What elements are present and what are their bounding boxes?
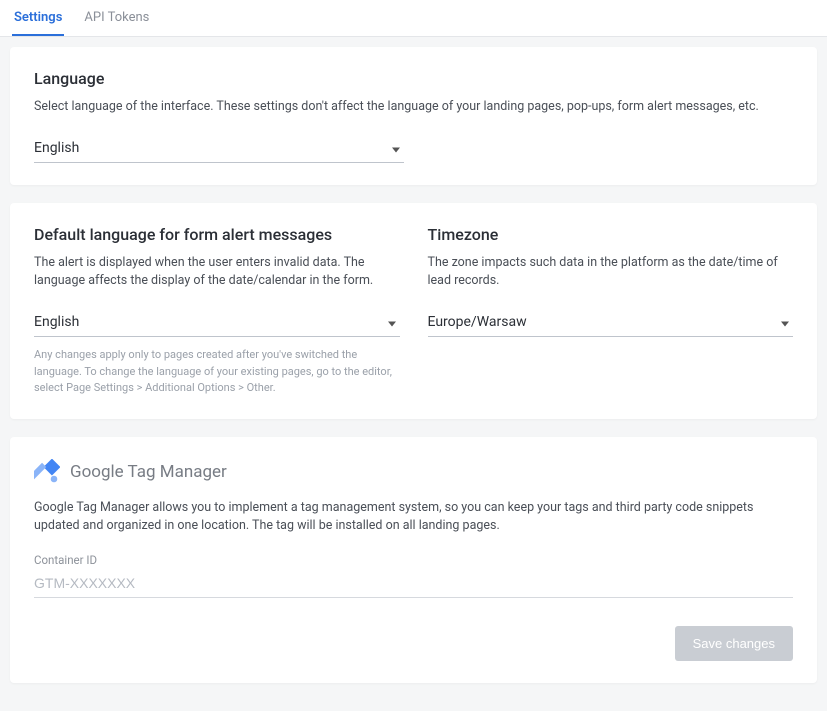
card-gtm: Google Tag Manager Google Tag Manager al… [10,437,817,683]
gtm-field-label: Container ID [34,553,793,567]
page-content: Language Select language of the interfac… [0,37,827,711]
language-select[interactable]: English [34,134,404,163]
tab-settings[interactable]: Settings [12,0,64,36]
save-changes-button[interactable]: Save changes [675,626,793,661]
gtm-title: Google Tag Manager [70,462,227,482]
language-select-value: English [34,134,404,163]
timezone-desc: The zone impacts such data in the platfo… [428,254,794,290]
gtm-actions: Save changes [34,626,793,661]
tabs-bar: Settings API Tokens [0,0,827,37]
form-lang-desc: The alert is displayed when the user ent… [34,254,400,290]
gtm-desc: Google Tag Manager allows you to impleme… [34,499,793,535]
col-timezone: Timezone The zone impacts such data in t… [428,225,794,397]
tab-api-tokens[interactable]: API Tokens [82,0,151,36]
form-lang-title: Default language for form alert messages [34,225,400,244]
form-lang-select-value: English [34,308,400,337]
language-title: Language [34,69,793,88]
timezone-select-value: Europe/Warsaw [428,308,794,337]
gtm-header: Google Tag Manager [34,459,793,485]
timezone-select[interactable]: Europe/Warsaw [428,308,794,337]
timezone-title: Timezone [428,225,794,244]
language-desc: Select language of the interface. These … [34,98,793,116]
google-tag-manager-icon [34,459,60,485]
form-lang-hint: Any changes apply only to pages created … [34,347,400,397]
card-form-timezone: Default language for form alert messages… [10,203,817,419]
gtm-container-id-input[interactable] [34,569,793,598]
card-language: Language Select language of the interfac… [10,47,817,185]
form-lang-select[interactable]: English [34,308,400,337]
col-form-language: Default language for form alert messages… [34,225,400,397]
